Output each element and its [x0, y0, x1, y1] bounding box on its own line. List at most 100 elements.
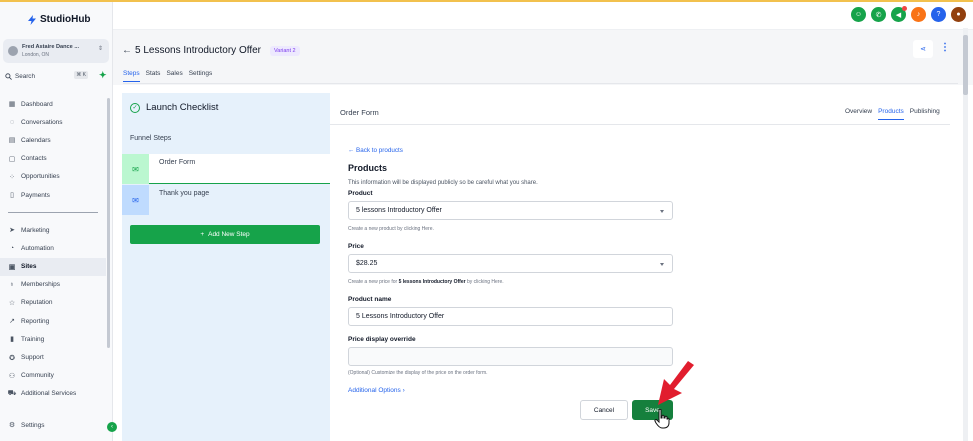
star-icon: ☆ — [8, 299, 16, 307]
section-title: Products — [348, 163, 388, 173]
nav-item-reporting[interactable]: ↗ Reporting — [0, 312, 106, 330]
page-header: ← 5 Lessons Introductory Offer Variant 2… — [113, 30, 973, 85]
tab-stats[interactable]: Stats — [146, 70, 161, 82]
mail-icon: ✉ — [122, 185, 149, 215]
nav-divider — [8, 212, 98, 214]
tab-sales[interactable]: Sales — [166, 70, 182, 82]
funnel-step-order-form[interactable]: ✉ Order Form — [122, 154, 330, 184]
nav-item-reputation[interactable]: ☆ Reputation — [0, 294, 106, 312]
support-icon: ✪ — [9, 354, 15, 362]
calendar-icon: ▤ — [8, 137, 16, 145]
top-header: ☺ ✆ ◀ ♪ ? ● — [113, 2, 973, 30]
nav-item-automation[interactable]: ◔ Automation — [0, 239, 106, 257]
arrow-left-icon: ← — [348, 147, 357, 154]
phone-icon[interactable]: ✆ — [871, 7, 886, 22]
tab-publishing[interactable]: Publishing — [910, 108, 940, 120]
account-switcher[interactable]: Fred Astaire Dance ... London, ON ⇕ — [3, 39, 109, 63]
tab-overview[interactable]: Overview — [845, 108, 872, 120]
order-form-panel: Order Form Overview Products Publishing … — [330, 93, 957, 441]
nav-item-settings[interactable]: ⚙ Settings — [0, 416, 113, 434]
checklist-title[interactable]: ✓ Launch Checklist — [130, 102, 218, 113]
chat-bubble-icon: ◌ — [9, 118, 15, 126]
nav-item-sites[interactable]: ▣ Sites — [0, 257, 106, 276]
brand-name: StudioHub — [40, 14, 91, 25]
book-icon: ▮ — [10, 336, 14, 344]
back-arrow-icon[interactable]: ← — [122, 45, 132, 56]
more-options-icon[interactable]: ⋮ — [940, 42, 950, 53]
search-label: Search — [15, 72, 35, 80]
nav-item-memberships[interactable]: ♁ Memberships — [0, 276, 106, 294]
contacts-icon: ▢ — [8, 155, 16, 163]
quick-add-icon[interactable]: ✦ — [99, 70, 107, 81]
panel-title: Order Form — [340, 108, 379, 117]
price-select[interactable]: $28.25 — [348, 254, 673, 273]
product-select[interactable]: 5 lessons Introductory Offer — [348, 201, 673, 220]
brand-logo[interactable]: StudioHub — [27, 14, 91, 25]
nav-item-support[interactable]: ✪ Support — [0, 348, 106, 366]
bell-icon[interactable]: ♪ — [911, 7, 926, 22]
nav-item-marketing[interactable]: ➤ Marketing — [0, 221, 106, 239]
panel-divider — [330, 124, 950, 125]
search-button[interactable]: Search ⌘ K — [5, 70, 93, 82]
tab-products[interactable]: Products — [878, 108, 904, 120]
tab-steps[interactable]: Steps — [123, 70, 140, 82]
payments-icon: ▯ — [10, 192, 14, 200]
lightning-logo-icon — [28, 14, 36, 25]
section-description: This information will be displayed publi… — [348, 180, 538, 186]
nav-item-training[interactable]: ▮ Training — [0, 330, 106, 348]
product-name-label: Product name — [348, 296, 392, 303]
nav-item-contacts[interactable]: ▢ Contacts — [0, 150, 106, 168]
chevron-right-icon: › — [400, 387, 405, 394]
funnel-steps-heading: Funnel Steps — [130, 135, 172, 142]
price-hint: Create a new price for 5 lessons Introdu… — [348, 279, 504, 285]
nav-item-payments[interactable]: ▯ Payments — [0, 186, 106, 204]
automation-icon: ◔ — [9, 244, 15, 252]
step-label: Thank you page — [159, 190, 210, 197]
price-override-hint: (Optional) Customize the display of the … — [348, 370, 488, 376]
page-scrollbar-thumb[interactable] — [963, 35, 968, 95]
tabs-divider — [123, 83, 958, 84]
opportunities-icon: ⁘ — [9, 173, 15, 181]
header-actions: ☺ ✆ ◀ ♪ ? ● — [851, 6, 966, 22]
product-name-input[interactable]: 5 Lessons Introductory Offer — [348, 307, 673, 326]
tab-settings[interactable]: Settings — [189, 70, 213, 82]
collapse-sidebar-button[interactable]: ‹ — [107, 422, 117, 432]
add-new-step-button[interactable]: + Add New Step — [130, 225, 320, 244]
contacts-quick-icon[interactable]: ☺ — [851, 7, 866, 22]
sidebar-scrollbar[interactable] — [107, 98, 110, 348]
hand-cursor-icon — [654, 409, 670, 429]
nav-item-dashboard[interactable]: ▦ Dashboard — [0, 95, 106, 113]
community-icon: ⚇ — [8, 372, 16, 380]
back-to-products-link[interactable]: ← Back to products — [348, 147, 403, 154]
nav-group-main: ▦ Dashboard ◌ Conversations ▤ Calendars ▢ Co… — [0, 95, 106, 403]
search-shortcut: ⌘ K — [74, 71, 88, 79]
user-avatar-icon[interactable]: ● — [951, 7, 966, 22]
help-icon[interactable]: ? — [931, 7, 946, 22]
funnel-step-thank-you[interactable]: ✉ Thank you page — [122, 185, 330, 215]
sites-icon: ▣ — [8, 263, 16, 271]
share-button[interactable]: ⋖ — [913, 40, 933, 58]
chevron-updown-icon: ⇕ — [97, 46, 103, 52]
search-icon — [5, 72, 12, 80]
nav-item-conversations[interactable]: ◌ Conversations — [0, 113, 106, 131]
step-label: Order Form — [159, 159, 196, 166]
page-title: 5 Lessons Introductory Offer — [135, 45, 261, 56]
additional-options-link[interactable]: Additional Options › — [348, 387, 405, 394]
nav-item-opportunities[interactable]: ⁘ Opportunities — [0, 168, 106, 186]
cart-icon: ⛟ — [7, 390, 17, 398]
variant-badge: Variant 2 — [270, 46, 300, 56]
price-label: Price — [348, 243, 364, 250]
panel-tabs: Overview Products Publishing — [845, 108, 940, 120]
red-pointer-arrow-icon — [658, 361, 694, 405]
product-label: Product — [348, 190, 373, 197]
nav-item-additional-services[interactable]: ⛟ Additional Services — [0, 385, 106, 403]
nav-item-calendars[interactable]: ▤ Calendars — [0, 131, 106, 149]
announcement-icon[interactable]: ◀ — [891, 6, 907, 22]
price-override-input[interactable] — [348, 347, 673, 366]
account-location: London, ON — [22, 52, 49, 58]
nav-item-community[interactable]: ⚇ Community — [0, 367, 106, 385]
plus-icon: + — [200, 231, 205, 238]
check-circle-icon: ✓ — [130, 102, 140, 113]
notification-dot — [902, 6, 907, 11]
cancel-button[interactable]: Cancel — [580, 400, 628, 420]
